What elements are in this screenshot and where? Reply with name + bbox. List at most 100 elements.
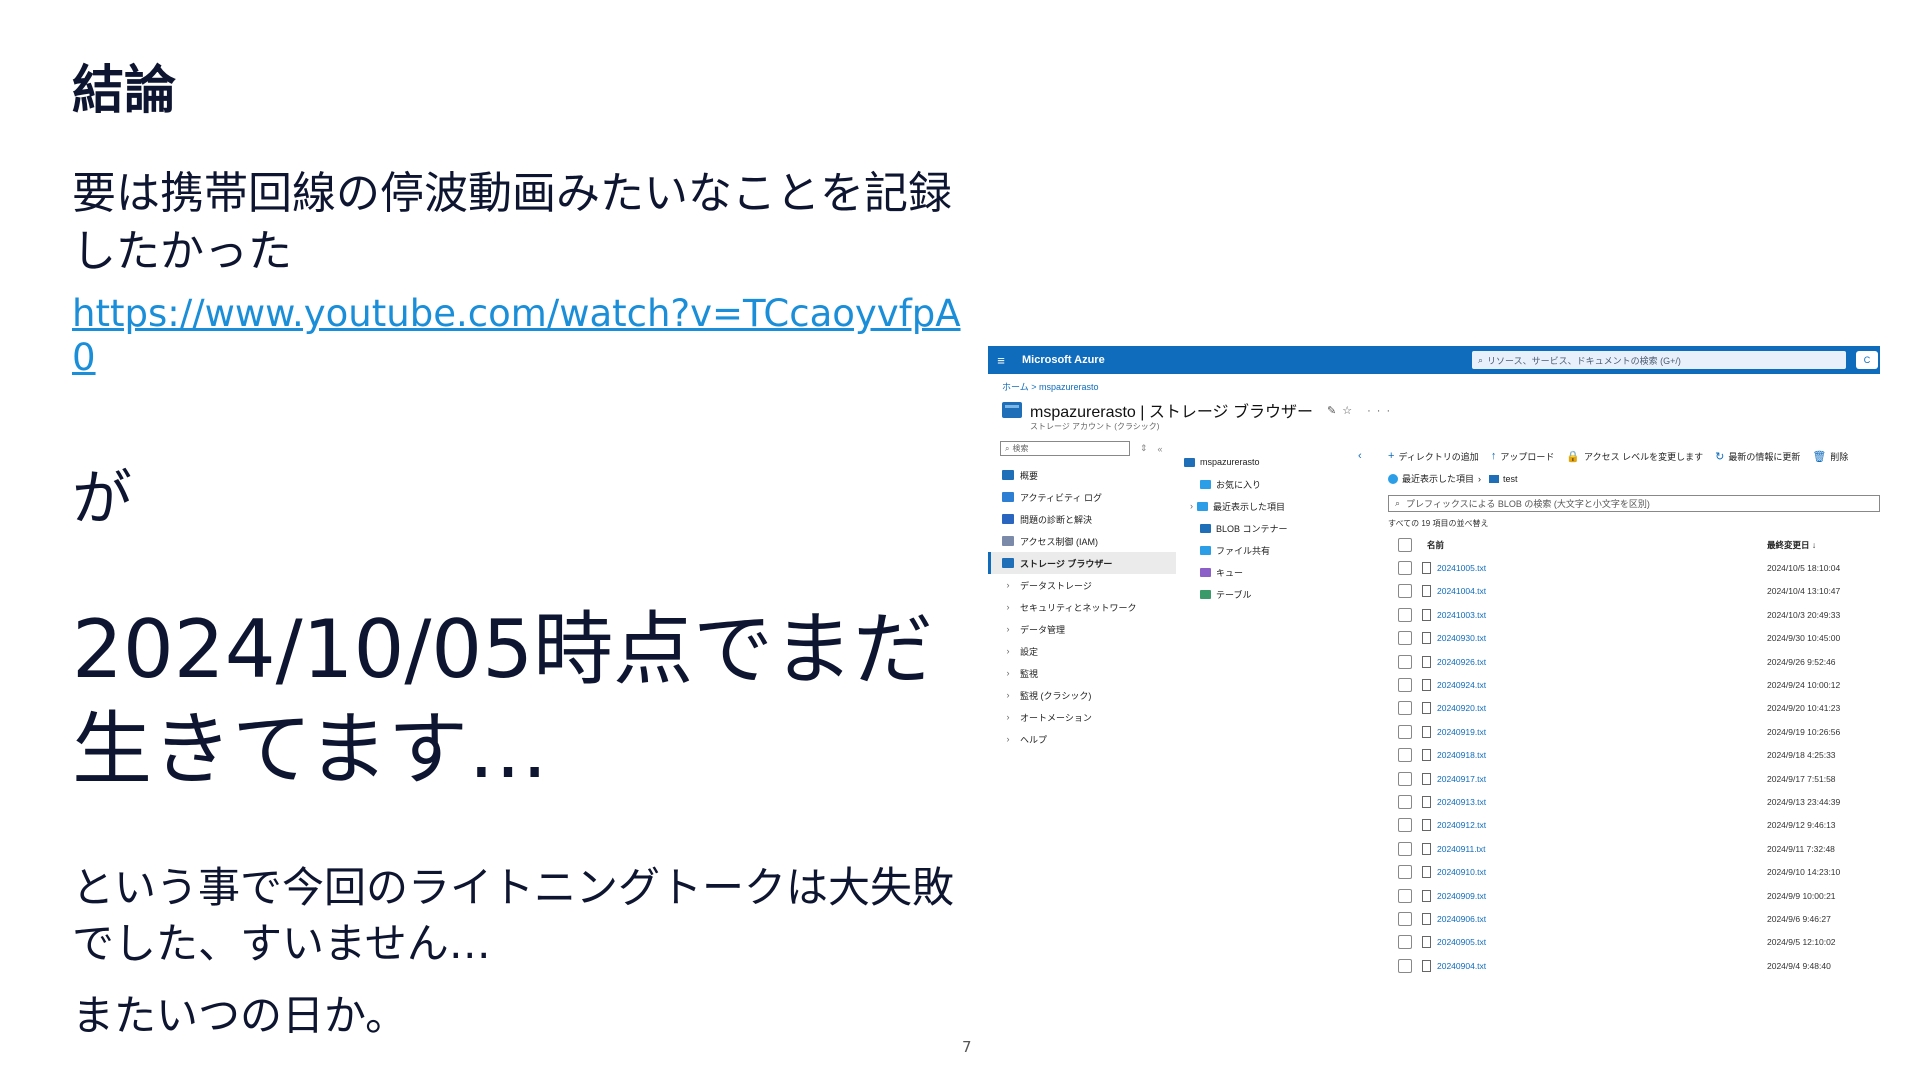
copilot-button[interactable]: C [1856, 351, 1878, 369]
row-checkbox[interactable] [1398, 911, 1412, 926]
row-checkbox[interactable] [1398, 701, 1412, 716]
nav-item[interactable]: › セキュリティとネットワーク [988, 596, 1176, 618]
table-row[interactable]: 20240904.txt 2024/9/4 9:48:40 [1388, 954, 1880, 977]
global-search-input[interactable]: ⌕ リソース、サービス、ドキュメントの検索 (G+/) [1472, 351, 1846, 369]
row-checkbox[interactable] [1398, 771, 1412, 786]
tree-item[interactable]: mspazurerasto [1184, 451, 1362, 473]
select-all-checkbox[interactable] [1398, 537, 1412, 552]
row-checkbox[interactable] [1398, 958, 1412, 973]
tree-item[interactable]: ファイル共有 [1184, 539, 1362, 561]
command-button[interactable]: + ディレクトリの追加 [1388, 450, 1479, 463]
nav-item[interactable]: › 監視 (クラシック) [988, 684, 1176, 706]
table-row[interactable]: 20240924.txt 2024/9/24 10:00:12 [1388, 673, 1880, 696]
blob-name-link[interactable]: 20240917.txt [1437, 774, 1767, 784]
nav-item[interactable]: › 監視 [988, 662, 1176, 684]
table-row[interactable]: 20240930.txt 2024/9/30 10:45:00 [1388, 627, 1880, 650]
blob-name-link[interactable]: 20240909.txt [1437, 891, 1767, 901]
table-row[interactable]: 20240905.txt 2024/9/5 12:10:02 [1388, 931, 1880, 954]
tree-item[interactable]: お気に入り [1184, 473, 1362, 495]
nav-item[interactable]: 概要 [988, 464, 1176, 486]
row-checkbox[interactable] [1398, 935, 1412, 950]
row-checkbox[interactable] [1398, 724, 1412, 739]
column-modified[interactable]: 最終変更日 ↓ [1767, 539, 1816, 551]
table-row[interactable]: 20240920.txt 2024/9/20 10:41:23 [1388, 697, 1880, 720]
blob-name-link[interactable]: 20240930.txt [1437, 633, 1767, 643]
row-checkbox[interactable] [1398, 865, 1412, 880]
nav-item[interactable]: › 設定 [988, 640, 1176, 662]
tree-item[interactable]: BLOB コンテナー [1184, 517, 1362, 539]
azure-brand[interactable]: Microsoft Azure [1022, 354, 1105, 366]
blob-name-link[interactable]: 20240926.txt [1437, 657, 1767, 667]
nav-collapse-icon[interactable]: « [1158, 444, 1163, 454]
nav-item[interactable]: 問題の診断と解決 [988, 508, 1176, 530]
blob-name-link[interactable]: 20241004.txt [1437, 586, 1767, 596]
blob-name-link[interactable]: 20240906.txt [1437, 914, 1767, 924]
table-row[interactable]: 20240919.txt 2024/9/19 10:26:56 [1388, 720, 1880, 743]
nav-expand-icon[interactable]: ⇕ [1140, 443, 1148, 454]
blob-name-link[interactable]: 20240918.txt [1437, 750, 1767, 760]
blob-name-link[interactable]: 20240912.txt [1437, 820, 1767, 830]
nav-item[interactable]: アクティビティ ログ [988, 486, 1176, 508]
blob-name-link[interactable]: 20240905.txt [1437, 937, 1767, 947]
nav-item[interactable]: › ヘルプ [988, 728, 1176, 750]
nav-item[interactable]: › データ管理 [988, 618, 1176, 640]
table-row[interactable]: 20241004.txt 2024/10/4 13:10:47 [1388, 580, 1880, 603]
row-checkbox[interactable] [1398, 607, 1412, 622]
table-row[interactable]: 20240909.txt 2024/9/9 10:00:21 [1388, 884, 1880, 907]
command-button[interactable]: ↑ アップロード [1491, 450, 1555, 463]
blob-name-link[interactable]: 20240911.txt [1437, 844, 1767, 854]
table-row[interactable]: 20240926.txt 2024/9/26 9:52:46 [1388, 650, 1880, 673]
row-checkbox[interactable] [1398, 678, 1412, 693]
nav-item[interactable]: アクセス制御 (IAM) [988, 530, 1176, 552]
star-more-icons[interactable]: ☆ ··· [1342, 405, 1396, 417]
column-name[interactable]: 名前 [1422, 539, 1767, 551]
row-checkbox[interactable] [1398, 654, 1412, 669]
apology-text: という事で今回のライトニングトークは大失敗でした、すいません… [72, 863, 955, 968]
breadcrumb[interactable]: ホーム > mspazurerasto [1002, 380, 1099, 393]
blob-name-link[interactable]: 20240913.txt [1437, 797, 1767, 807]
nav-search-input[interactable]: ⌕ 検索 [1000, 441, 1130, 456]
crumb-container[interactable]: test [1503, 474, 1518, 484]
blob-name-link[interactable]: 20241005.txt [1437, 563, 1767, 573]
row-checkbox[interactable] [1398, 748, 1412, 763]
table-row[interactable]: 20240911.txt 2024/9/11 7:32:48 [1388, 837, 1880, 860]
table-row[interactable]: 20240913.txt 2024/9/13 23:44:39 [1388, 790, 1880, 813]
row-checkbox[interactable] [1398, 841, 1412, 856]
row-checkbox[interactable] [1398, 794, 1412, 809]
tree-item[interactable]: キュー [1184, 561, 1362, 583]
table-row[interactable]: 20240917.txt 2024/9/17 7:51:58 [1388, 767, 1880, 790]
tree-item[interactable]: テーブル [1184, 583, 1362, 605]
blob-name-link[interactable]: 20241003.txt [1437, 610, 1767, 620]
table-row[interactable]: 20241005.txt 2024/10/5 18:10:04 [1388, 556, 1880, 579]
youtube-link[interactable]: https://www.youtube.com/watch?v=TCcaoyvf… [72, 292, 972, 380]
blob-name-link[interactable]: 20240920.txt [1437, 703, 1767, 713]
nav-item[interactable]: › データストレージ [988, 574, 1176, 596]
nav-item[interactable]: › オートメーション [988, 706, 1176, 728]
row-checkbox[interactable] [1398, 818, 1412, 833]
row-checkbox[interactable] [1398, 584, 1412, 599]
crumb-recent[interactable]: 最近表示した項目 [1402, 472, 1474, 485]
row-checkbox[interactable] [1398, 561, 1412, 576]
pin-icon[interactable]: ✎ [1327, 405, 1342, 417]
command-button[interactable]: ↻ 最新の情報に更新 [1715, 450, 1800, 463]
table-row[interactable]: 20240906.txt 2024/9/6 9:46:27 [1388, 907, 1880, 930]
nav-item[interactable]: ストレージ ブラウザー [988, 552, 1176, 574]
command-button[interactable]: 🗑 削除 [1812, 450, 1848, 463]
tree-collapse-icon[interactable]: ‹ [1358, 450, 1362, 462]
table-row[interactable]: 20241003.txt 2024/10/3 20:49:33 [1388, 603, 1880, 626]
tree-item[interactable]: › 最近表示した項目 [1184, 495, 1362, 517]
command-button[interactable]: 🔒 アクセス レベルを変更します [1566, 450, 1703, 463]
blob-name-link[interactable]: 20240910.txt [1437, 867, 1767, 877]
blob-name-link[interactable]: 20240904.txt [1437, 961, 1767, 971]
pin-star-more-icon[interactable]: ✎☆ ··· [1327, 404, 1396, 417]
table-row[interactable]: 20240912.txt 2024/9/12 9:46:13 [1388, 814, 1880, 837]
hamburger-icon[interactable]: ≡ [988, 353, 1014, 368]
prefix-search-input[interactable]: ⌕ プレフィックスによる BLOB の検索 (大文字と小文字を区別) [1388, 495, 1880, 512]
table-row[interactable]: 20240910.txt 2024/9/10 14:23:10 [1388, 860, 1880, 883]
blob-name-link[interactable]: 20240924.txt [1437, 680, 1767, 690]
blob-name-link[interactable]: 20240919.txt [1437, 727, 1767, 737]
row-checkbox[interactable] [1398, 888, 1412, 903]
table-row[interactable]: 20240918.txt 2024/9/18 4:25:33 [1388, 744, 1880, 767]
row-checkbox[interactable] [1398, 631, 1412, 646]
chevron-right-icon[interactable]: › [1190, 501, 1193, 511]
